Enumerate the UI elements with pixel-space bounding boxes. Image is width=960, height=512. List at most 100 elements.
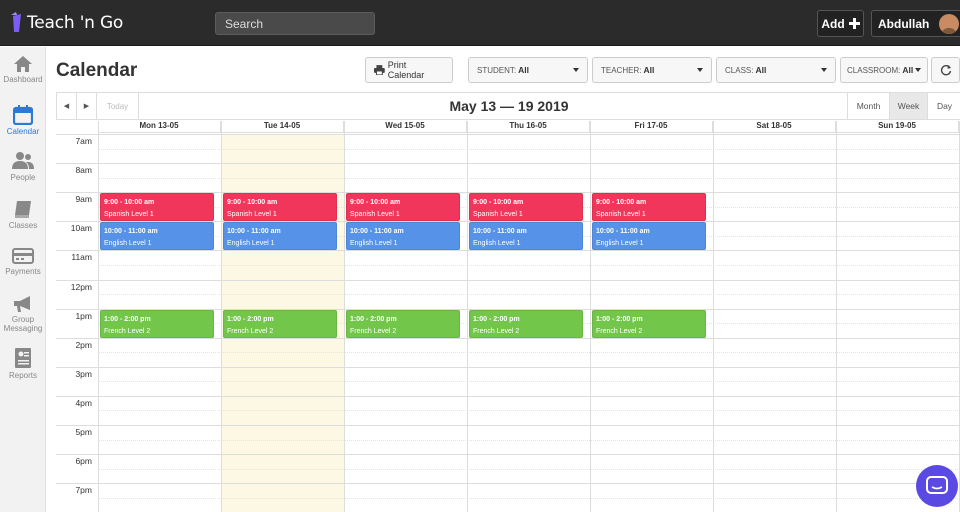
filter-value: All bbox=[518, 65, 529, 75]
event-time: 10:00 - 11:00 am bbox=[227, 228, 281, 236]
half-hour-gridline bbox=[98, 468, 960, 470]
sidebar-item-people[interactable]: People bbox=[0, 151, 46, 182]
filter-label: STUDENT: bbox=[477, 65, 517, 75]
hour-label: 7pm bbox=[75, 485, 92, 496]
calendar-event[interactable]: 9:00 - 10:00 am Spanish Level 1 bbox=[100, 193, 214, 222]
event-title: French Level 2 bbox=[596, 327, 643, 335]
calendar-grid: Mon 13-05 Tue 14-05 Wed 15-05 Thu 16-05 Fri … bbox=[56, 121, 960, 512]
teacher-filter-select[interactable]: TEACHER: All bbox=[592, 57, 712, 83]
plus-icon bbox=[848, 18, 860, 29]
hour-gridline bbox=[56, 395, 960, 397]
event-title: Spanish Level 1 bbox=[473, 211, 523, 219]
day-column-divider bbox=[590, 121, 591, 512]
event-time: 1:00 - 2:00 pm bbox=[473, 315, 520, 323]
hour-label: 8am bbox=[75, 165, 92, 176]
print-calendar-button[interactable]: Print Calendar bbox=[365, 57, 453, 83]
sidebar-item-reports[interactable]: Reports bbox=[0, 347, 46, 380]
app-logo[interactable]: Teach 'n Go bbox=[10, 11, 123, 35]
event-title: Spanish Level 1 bbox=[104, 211, 154, 219]
event-title: Spanish Level 1 bbox=[596, 211, 646, 219]
calendar-event[interactable]: 1:00 - 2:00 pm French Level 2 bbox=[223, 309, 337, 338]
hour-gridline bbox=[56, 163, 960, 165]
sidebar-item-classes[interactable]: Classes bbox=[0, 199, 46, 230]
hour-label: 5pm bbox=[75, 427, 92, 437]
half-hour-gridline bbox=[98, 148, 960, 150]
half-hour-gridline bbox=[98, 352, 960, 354]
app-name: Teach 'n Go bbox=[27, 13, 124, 33]
filter-value: All bbox=[755, 65, 767, 75]
sidebar-item-label: Dashboard bbox=[3, 75, 43, 84]
calendar-event[interactable]: 1:00 - 2:00 pm French Level 2 bbox=[469, 309, 583, 338]
chat-icon bbox=[926, 476, 948, 494]
event-time: 10:00 - 11:00 am bbox=[104, 228, 158, 236]
hour-gridline bbox=[56, 483, 960, 485]
add-button[interactable]: Add bbox=[817, 10, 864, 37]
half-hour-gridline bbox=[98, 294, 960, 296]
event-time: 1:00 - 2:00 pm bbox=[350, 315, 397, 323]
calendar-event[interactable]: 10:00 - 11:00 am English Level 1 bbox=[100, 222, 214, 251]
day-header: Fri 17-05 bbox=[590, 121, 713, 133]
view-month-button[interactable]: Month bbox=[847, 93, 889, 119]
people-icon bbox=[12, 152, 34, 169]
hour-gridline bbox=[56, 454, 960, 456]
sidebar-item-payments[interactable]: Payments bbox=[0, 247, 46, 276]
home-icon bbox=[14, 56, 32, 72]
sidebar: Dashboard Calendar People Classes Paymen… bbox=[0, 47, 46, 512]
hour-label: 7am bbox=[75, 136, 92, 146]
calendar-event[interactable]: 9:00 - 10:00 am Spanish Level 1 bbox=[469, 193, 583, 222]
event-time: 10:00 - 11:00 am bbox=[350, 228, 404, 236]
day-header: Mon 13-05 bbox=[98, 121, 221, 133]
credit-card-icon bbox=[12, 248, 34, 264]
sidebar-item-calendar[interactable]: Calendar bbox=[0, 105, 46, 136]
event-time: 10:00 - 11:00 am bbox=[473, 228, 527, 236]
classroom-filter-select[interactable]: CLASSROOM: All bbox=[840, 57, 928, 83]
search-input[interactable]: Search bbox=[215, 12, 375, 35]
chat-launcher-button[interactable] bbox=[916, 465, 958, 507]
event-title: English Level 1 bbox=[350, 240, 398, 248]
calendar-icon bbox=[13, 105, 33, 125]
student-filter-select[interactable]: STUDENT: All bbox=[468, 57, 588, 83]
calendar-event[interactable]: 1:00 - 2:00 pm French Level 2 bbox=[592, 309, 706, 338]
half-hour-gridline bbox=[98, 177, 960, 179]
hour-label: 4pm bbox=[75, 397, 92, 408]
sidebar-item-dashboard[interactable]: Dashboard bbox=[0, 55, 46, 84]
calendar-event[interactable]: 10:00 - 11:00 am English Level 1 bbox=[346, 222, 460, 251]
user-menu-button[interactable]: Abdullah bbox=[871, 10, 960, 37]
filter-label: CLASS: bbox=[725, 65, 754, 75]
sidebar-item-group-messaging[interactable]: Group Messaging bbox=[0, 295, 46, 333]
report-icon bbox=[15, 348, 31, 368]
calendar-event[interactable]: 10:00 - 11:00 am English Level 1 bbox=[592, 222, 706, 251]
filter-label: CLASSROOM: bbox=[847, 65, 901, 75]
half-hour-gridline bbox=[98, 439, 960, 441]
hour-gridline bbox=[56, 337, 960, 339]
view-day-button[interactable]: Day bbox=[927, 93, 960, 119]
half-hour-gridline bbox=[98, 264, 960, 266]
calendar-event[interactable]: 10:00 - 11:00 am English Level 1 bbox=[469, 222, 583, 251]
chevron-down-icon bbox=[573, 68, 579, 72]
hour-gridline bbox=[56, 279, 960, 281]
class-filter-select[interactable]: CLASS: All bbox=[716, 57, 836, 83]
event-time: 1:00 - 2:00 pm bbox=[104, 315, 151, 323]
calendar-event[interactable]: 1:00 - 2:00 pm French Level 2 bbox=[100, 309, 214, 338]
hour-label: 9am bbox=[75, 194, 92, 205]
calendar-event[interactable]: 10:00 - 11:00 am English Level 1 bbox=[223, 222, 337, 251]
sidebar-item-label: Classes bbox=[8, 221, 38, 230]
view-week-button[interactable]: Week bbox=[889, 93, 927, 119]
user-name: Abdullah bbox=[878, 16, 930, 31]
hour-label: 10am bbox=[70, 223, 92, 234]
hour-label: 1pm bbox=[75, 310, 92, 321]
day-column-divider bbox=[344, 121, 345, 512]
day-column-divider bbox=[98, 121, 99, 512]
refresh-button[interactable] bbox=[931, 57, 960, 83]
calendar-event[interactable]: 1:00 - 2:00 pm French Level 2 bbox=[346, 309, 460, 338]
half-hour-gridline bbox=[98, 381, 960, 383]
calendar-event[interactable]: 9:00 - 10:00 am Spanish Level 1 bbox=[346, 193, 460, 222]
add-button-label: Add bbox=[821, 16, 845, 31]
calendar-header: ◀ ▶ Today May 13 — 19 2019 Month Week Da… bbox=[56, 92, 960, 120]
event-time: 9:00 - 10:00 am bbox=[350, 199, 401, 207]
calendar-event[interactable]: 9:00 - 10:00 am Spanish Level 1 bbox=[592, 193, 706, 222]
calendar-event[interactable]: 9:00 - 10:00 am Spanish Level 1 bbox=[223, 193, 337, 222]
sidebar-item-label: People bbox=[10, 173, 36, 182]
event-title: English Level 1 bbox=[596, 240, 644, 248]
chevron-down-icon bbox=[915, 68, 921, 72]
